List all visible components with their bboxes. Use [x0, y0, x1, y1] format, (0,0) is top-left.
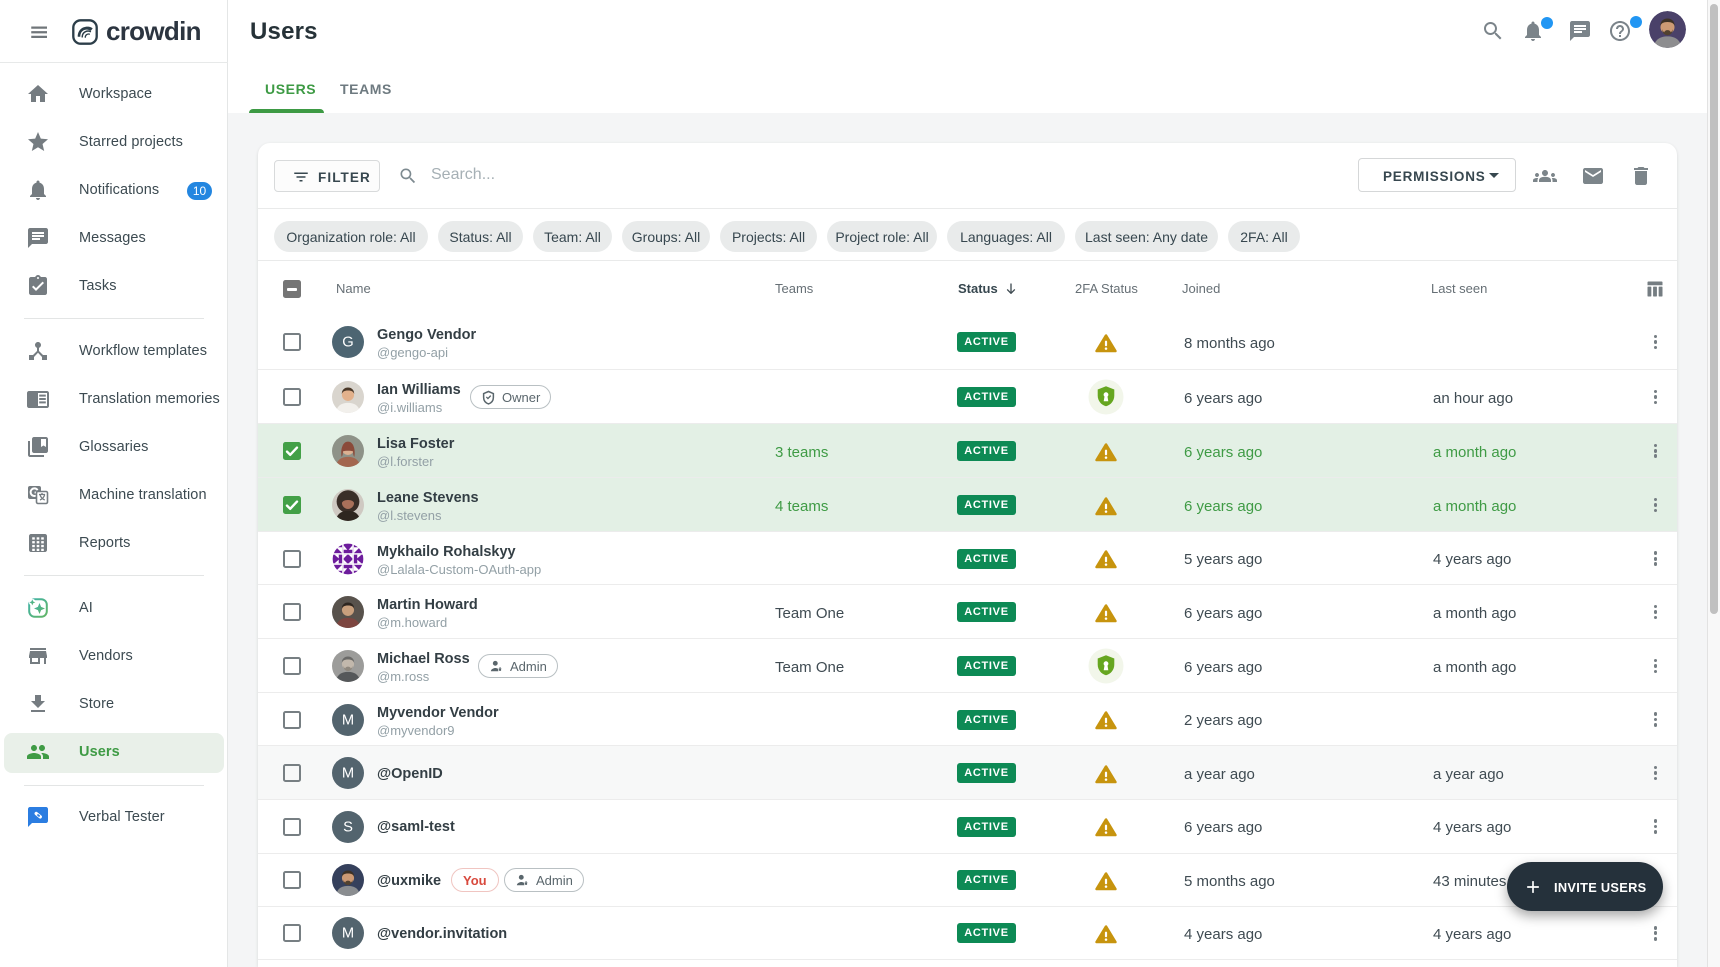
- svg-text:M: M: [341, 926, 353, 942]
- svg-text:M: M: [341, 766, 353, 782]
- svg-text:S: S: [343, 820, 353, 836]
- svg-text:G: G: [342, 335, 353, 351]
- svg-text:M: M: [341, 712, 353, 728]
